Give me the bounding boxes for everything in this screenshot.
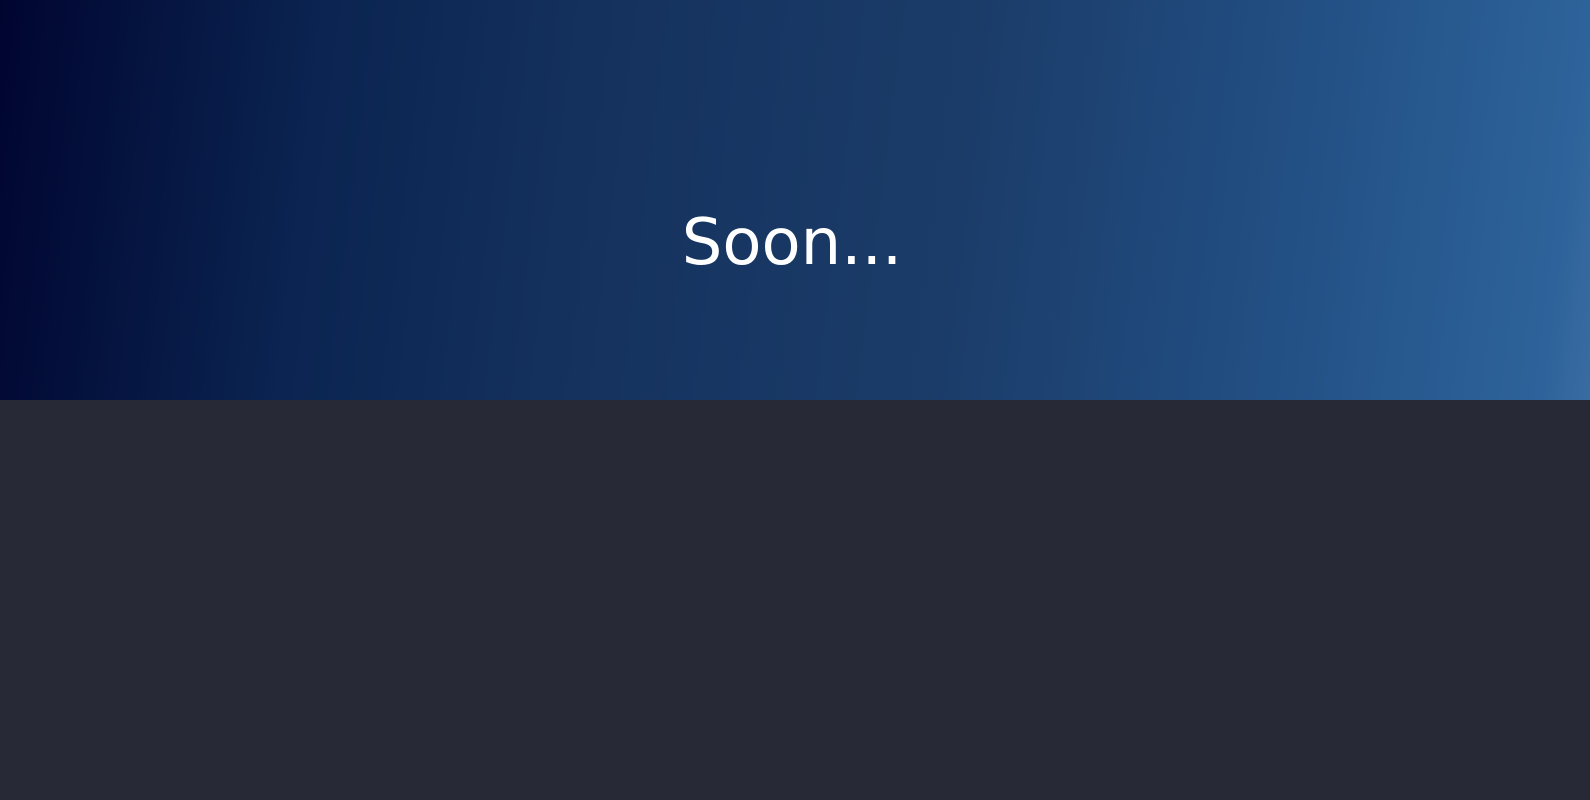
- page: Soon...: [0, 0, 1590, 800]
- content-area: [0, 400, 1590, 800]
- hero-title: Soon...: [681, 205, 903, 280]
- hero-banner: Soon...: [0, 0, 1590, 400]
